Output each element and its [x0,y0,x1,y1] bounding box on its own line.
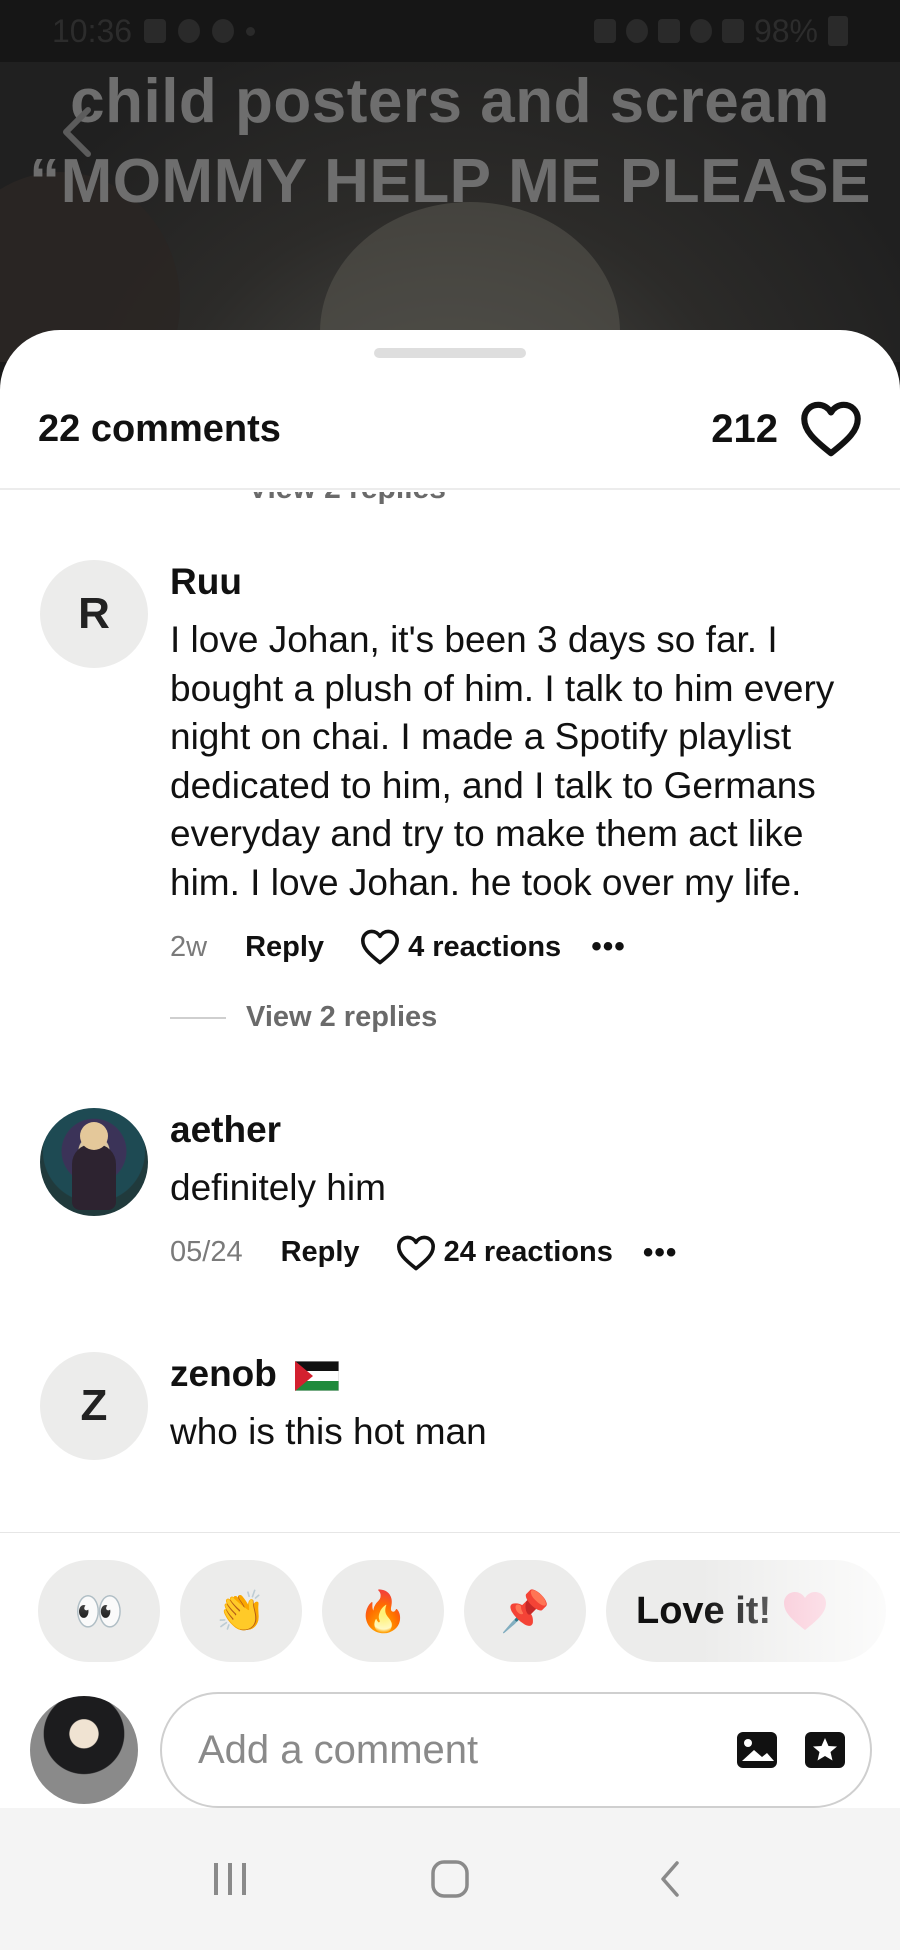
recent-apps-button[interactable] [200,1849,260,1909]
add-comment-input[interactable] [198,1727,734,1773]
more-options-button[interactable]: ••• [591,930,626,964]
alarm-icon [625,19,648,43]
comment-actions: 05/24 Reply 24 reactions ••• [170,1231,870,1275]
more-notifications-dot-icon [246,26,256,36]
sticker-icon[interactable] [802,1728,848,1772]
comment-username[interactable]: zenob [170,1353,277,1394]
battery-icon [828,16,848,46]
reactions-count: 4 reactions [408,930,562,963]
status-bar: 10:36 98% [0,0,900,62]
wifi-icon [689,19,712,43]
comment-timestamp: 05/24 [170,1236,243,1268]
heart-icon [396,1235,435,1270]
avatar-letter: R [78,589,110,638]
reply-button[interactable]: Reply [281,1236,360,1269]
lock-icon [593,19,616,43]
mute-icon [657,19,680,43]
pink-heart-icon [784,1592,827,1630]
quick-reaction-eyes[interactable]: 👀 [38,1560,160,1662]
love-it-label: Love it! [636,1589,772,1632]
comment-timestamp: 2w [170,930,208,963]
avatar[interactable]: Z [40,1352,148,1460]
like-post-heart-icon[interactable] [800,401,862,457]
avatar[interactable] [40,1108,148,1216]
quick-reaction-fire[interactable]: 🔥 [322,1560,444,1662]
back-arrow-icon[interactable] [50,102,110,162]
quick-reaction-clap[interactable]: 👏 [180,1560,302,1662]
snapchat-notification-icon [178,19,201,43]
comments-header: 22 comments 212 [0,370,900,490]
reactions-button[interactable]: 24 reactions [396,1235,613,1271]
status-time: 10:36 [52,12,133,49]
palestine-flag-icon [295,1361,340,1392]
signal-icon [721,19,744,43]
view-replies-link-cutoff[interactable]: View 2 replies [248,492,446,506]
home-button[interactable] [420,1849,480,1909]
comment-actions: 2w Reply 4 reactions ••• [170,925,870,969]
comment-text: who is this hot man [170,1411,487,1452]
reply-button[interactable]: Reply [245,931,324,964]
avatar[interactable]: R [40,560,148,668]
back-button[interactable] [640,1849,700,1909]
comment-text: definitely him [170,1167,386,1208]
quick-reaction-love-it[interactable]: Love it! [606,1560,886,1662]
comment-text: I love Johan, it's been 3 days so far. I… [170,619,835,903]
view-replies-link[interactable]: View 2 replies [170,1001,870,1034]
recent-apps-icon [214,1863,246,1895]
comment-username[interactable]: aether [170,1108,870,1152]
quick-reaction-pin[interactable]: 📌 [464,1560,586,1662]
video-caption-line-1: child posters and scream [70,67,830,136]
back-icon [661,1861,679,1897]
comments-list[interactable]: View 2 replies R Ruu I love Johan, it's … [0,492,900,1532]
comment-username[interactable]: Ruu [170,560,870,604]
comment-username-row: zenob [170,1352,870,1396]
likes-count: 212 [711,406,778,451]
more-options-button[interactable]: ••• [643,1236,678,1270]
avatar-image [72,1122,116,1210]
view-replies-label: View 2 replies [246,1001,438,1033]
comment-composer[interactable] [160,1692,872,1808]
comments-sheet: 22 comments 212 View 2 replies R Ruu I l… [0,330,900,1950]
avatar-letter: Z [80,1381,108,1430]
system-navigation-bar [0,1808,900,1950]
heart-icon [361,929,400,965]
battery-level: 98% [753,12,818,49]
comments-count: 22 comments [38,407,281,450]
reactions-button[interactable]: 4 reactions [360,929,561,965]
attach-image-icon[interactable] [734,1728,780,1772]
video-background: child posters and scream “MOMMY HELP ME … [0,62,900,362]
video-caption-line-2: “MOMMY HELP ME PLEASE [29,147,871,216]
home-icon [431,1860,469,1898]
current-user-avatar[interactable] [30,1696,138,1804]
gallery-notification-icon [144,19,167,43]
snapchat-notification-icon-2 [212,19,235,43]
quick-reactions-divider [0,1532,900,1533]
sheet-drag-handle[interactable] [374,348,526,358]
reactions-count: 24 reactions [443,1236,613,1268]
replies-divider [170,1016,226,1019]
